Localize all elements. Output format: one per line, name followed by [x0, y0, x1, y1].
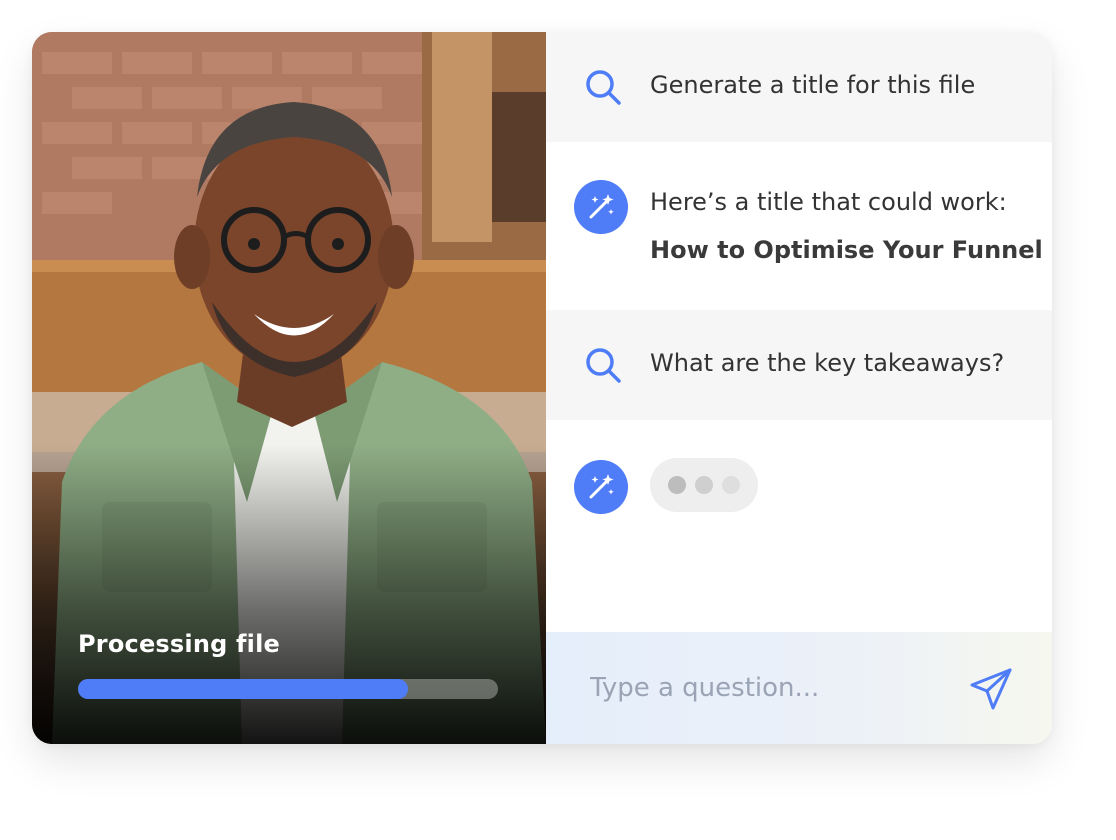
message-text: What are the key takeaways?: [650, 349, 1005, 377]
photo-overlay: [32, 444, 546, 744]
message-text: Generate a title for this file: [650, 71, 976, 99]
question-input-bar: [546, 632, 1052, 744]
send-button[interactable]: [966, 664, 1016, 714]
video-preview: Processing file: [32, 32, 546, 744]
processing-status-label: Processing file: [78, 630, 281, 658]
question-input[interactable]: [590, 668, 950, 708]
chat-panel: Generate a title for this file Here’s a …: [546, 32, 1052, 744]
typing-dot: [722, 476, 740, 494]
progress-bar: [78, 679, 498, 699]
progress-bar-fill: [78, 679, 409, 699]
chat-message-assistant: [546, 420, 1052, 632]
chat-message-user: What are the key takeaways?: [546, 310, 1052, 420]
paper-plane-icon: [970, 668, 1012, 710]
search-icon: [586, 348, 621, 383]
suggested-title: How to Optimise Your Funnel: [650, 236, 1043, 264]
chat-message-assistant: Here’s a title that could work: How to O…: [546, 142, 1052, 310]
magic-wand-icon: [574, 180, 628, 234]
typing-dot: [668, 476, 686, 494]
search-icon: [586, 70, 621, 105]
message-text: Here’s a title that could work:: [650, 188, 1007, 216]
magic-wand-icon: [574, 460, 628, 514]
typing-dot: [695, 476, 713, 494]
typing-indicator: [650, 458, 758, 512]
chat-message-user: Generate a title for this file: [546, 32, 1052, 142]
